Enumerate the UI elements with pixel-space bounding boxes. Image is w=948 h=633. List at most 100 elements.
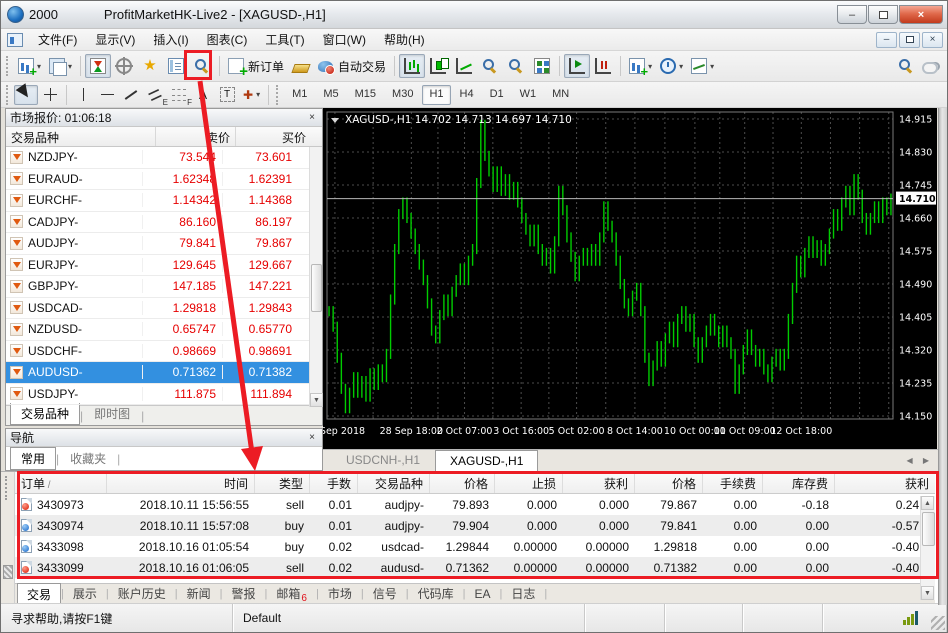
market-watch-row[interactable]: NZDUSD- 0.65747 0.65770 [6,319,322,341]
terminal-tab-1[interactable]: 展示 [64,583,106,604]
terminal-column-10[interactable]: 库存费 [763,472,835,493]
trendline-button[interactable] [119,85,143,105]
market-watch-button[interactable] [85,54,112,78]
tab-tick-chart[interactable]: 即时图 [83,402,141,425]
market-watch-row[interactable]: NZDJPY- 73.544 73.601 [6,147,322,169]
window-close-button[interactable]: × [899,5,943,24]
market-watch-row[interactable]: USDCAD- 1.29818 1.29843 [6,298,322,319]
text-label-button[interactable]: T [215,85,239,105]
timeframe-button-h1[interactable]: H1 [422,84,451,105]
scroll-down-icon[interactable]: ▼ [310,393,323,407]
terminal-tab-4[interactable]: 警报 [223,583,265,604]
terminal-tab-5[interactable]: 邮箱6 [267,583,316,604]
market-watch-close-icon[interactable]: × [306,112,318,123]
periods-button[interactable]: ▾ [656,54,687,78]
navigator-close-icon[interactable]: × [306,432,318,443]
new-order-button[interactable]: 新订单 [224,54,288,80]
timeframe-button-m1[interactable]: M1 [285,85,314,105]
market-watch-row[interactable]: EURCHF- 1.14342 1.14368 [6,190,322,212]
tab-favorites[interactable]: 收藏夹 [59,447,117,470]
terminal-tab-10[interactable]: 日志 [502,583,544,604]
toolbar-grip[interactable] [6,56,11,76]
chart-canvas[interactable]: 14.915 14.830 14.745 14.660 14.575 14.490 14.4… [323,108,937,449]
indicators-button[interactable]: ▾ [625,54,656,79]
candlestick-chart-button[interactable] [425,54,451,78]
status-profile[interactable]: Default [233,604,585,632]
market-watch-row[interactable]: AUDJPY- 79.841 79.867 [6,233,322,255]
terminal-tab-6[interactable]: 市场 [319,583,361,604]
column-bid[interactable]: 卖价 [156,127,236,146]
column-symbol[interactable]: 交易品种 [6,127,156,146]
menu-item-i[interactable]: 插入(I) [144,28,197,51]
navigator-button[interactable]: ★ [137,54,163,78]
vertical-line-button[interactable] [71,85,95,105]
chart-tab-usdcnh[interactable]: USDCNH-,H1 [331,449,435,471]
strategy-tester-button[interactable] [189,54,215,78]
metaeditor-button[interactable] [288,54,314,78]
terminal-column-6[interactable]: 止损 [495,472,563,493]
text-button[interactable]: A [191,85,215,105]
terminal-tab-0[interactable]: 交易 [17,582,62,605]
menu-item-w[interactable]: 窗口(W) [314,28,375,51]
timeframe-button-h4[interactable]: H4 [453,85,481,105]
terminal-column-11[interactable]: 获利 [835,472,935,493]
autotrading-button[interactable]: 自动交易 [314,54,390,78]
search-button[interactable] [893,54,919,78]
zoom-out-button[interactable] [503,54,529,78]
scrollbar-thumb[interactable] [922,512,935,546]
child-restore-button[interactable] [899,31,920,48]
arrows-button[interactable]: ✚ ▾ [239,85,264,105]
market-watch-row[interactable]: EURJPY- 129.645 129.667 [6,255,322,276]
market-watch-row[interactable]: EURAUD- 1.62348 1.62391 [6,169,322,190]
chart-tab-xagusd[interactable]: XAGUSD-,H1 [435,450,539,471]
zoom-in-button[interactable] [477,54,503,78]
terminal-tab-8[interactable]: 代码库 [409,583,463,604]
chart-document-icon[interactable] [7,32,23,47]
terminal-grip[interactable] [1,472,15,603]
terminal-column-8[interactable]: 价格 [635,472,703,493]
chart-shift-button[interactable] [590,54,616,78]
terminal-column-7[interactable]: 获利 [563,472,635,493]
timeframe-button-m5[interactable]: M5 [316,85,345,105]
menu-item-v[interactable]: 显示(V) [86,28,144,51]
order-row[interactable]: 3433098 2018.10.16 01:05:54 buy 0.02 usdcad-… [15,536,935,557]
toolbar-grip[interactable] [276,84,281,105]
line-chart-button[interactable] [451,54,477,78]
order-row[interactable]: 3430974 2018.10.11 15:57:08 buy 0.01 audjpy-… [15,515,935,536]
order-row[interactable]: 3430973 2018.10.11 15:56:55 sell 0.01 audjpy… [15,494,935,515]
order-row[interactable]: 3433099 2018.10.16 01:06:05 sell 0.02 audusd… [15,557,935,578]
terminal-tab-3[interactable]: 新闻 [178,583,220,604]
terminal-tab-9[interactable]: EA [465,585,499,603]
scrollbar-thumb[interactable] [311,264,322,312]
cursor-button[interactable] [14,83,38,106]
templates-button[interactable]: ▾ [687,54,718,78]
terminal-column-1[interactable]: 时间 [107,472,255,493]
profiles-button[interactable]: ▾ [45,54,76,78]
chat-button[interactable] [919,54,945,78]
scroll-down-icon[interactable]: ▼ [921,586,934,600]
new-chart-button[interactable]: ▾ [14,54,45,79]
window-minimize-button[interactable]: – [837,5,867,24]
scroll-up-icon[interactable]: ▲ [921,496,934,510]
data-window-button[interactable] [111,54,137,78]
market-watch-row[interactable]: CADJPY- 86.160 86.197 [6,212,322,233]
crosshair-button[interactable] [38,85,62,105]
chart-tab-scroll-arrows[interactable]: ◀ ▶ [906,456,933,465]
terminal-scrollbar[interactable]: ▲ ▼ [920,496,935,600]
market-watch-scrollbar[interactable]: ▼ [309,147,323,407]
terminal-column-2[interactable]: 类型 [255,472,310,493]
terminal-column-5[interactable]: 价格 [430,472,495,493]
menu-item-h[interactable]: 帮助(H) [375,28,434,51]
channel-button[interactable]: E [143,85,168,107]
resize-grip[interactable] [931,616,945,630]
terminal-column-9[interactable]: 手续费 [703,472,763,493]
terminal-column-3[interactable]: 手数 [310,472,358,493]
terminal-tab-7[interactable]: 信号 [364,583,406,604]
tab-symbols[interactable]: 交易品种 [10,403,81,425]
timeframe-button-d1[interactable]: D1 [483,85,511,105]
horizontal-line-button[interactable] [95,85,119,105]
terminal-column-4[interactable]: 交易品种 [358,472,430,493]
market-watch-row[interactable]: USDCHF- 0.98669 0.98691 [6,341,322,362]
terminal-button[interactable] [163,54,189,78]
child-close-button[interactable]: × [922,31,943,48]
